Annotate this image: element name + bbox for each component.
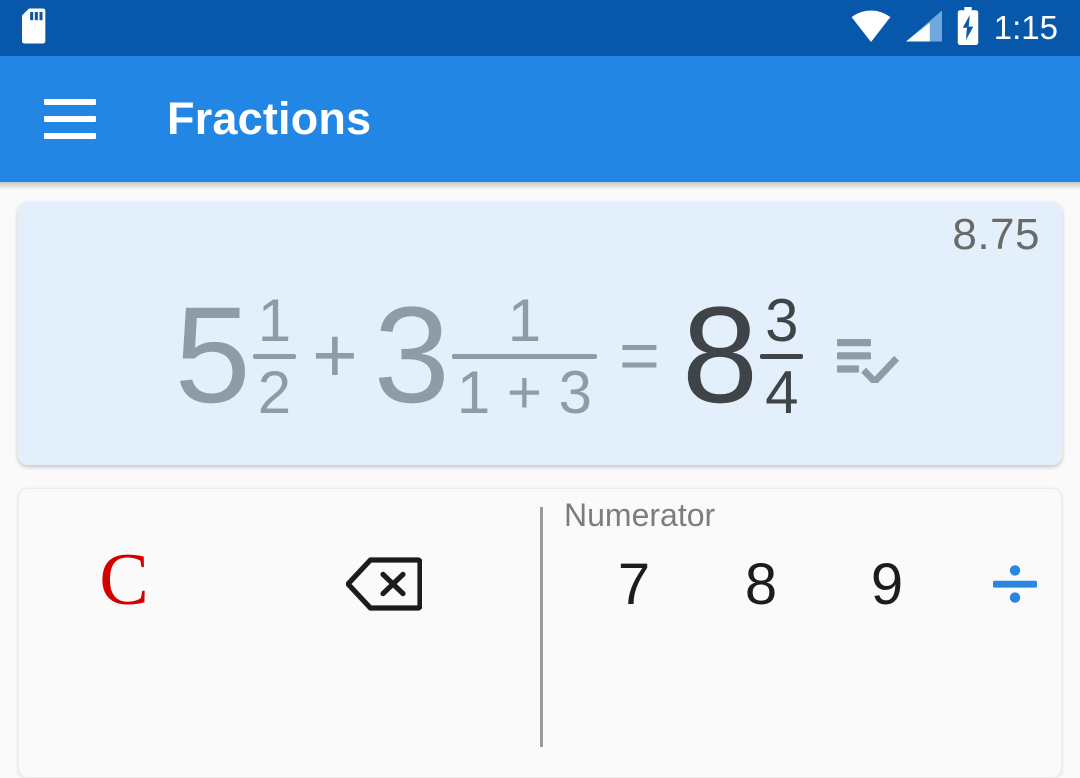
hamburger-menu-icon[interactable]	[44, 99, 96, 139]
status-bar-left	[22, 8, 50, 49]
operator-equals: =	[619, 315, 660, 394]
status-bar: 1:15	[0, 0, 1080, 56]
operand-1-fraction: 1 2	[252, 286, 297, 426]
result-value[interactable]: 8 3 4	[681, 279, 804, 433]
wifi-icon	[850, 10, 892, 47]
digit-7-button[interactable]: 7	[582, 541, 686, 627]
app-bar: Fractions	[0, 56, 1080, 182]
digit-9-button[interactable]: 9	[835, 541, 939, 627]
battery-charging-icon	[956, 6, 980, 50]
backspace-button[interactable]	[324, 544, 444, 624]
divide-button[interactable]	[963, 541, 1061, 627]
operand-2-fraction: 1 1 + 3	[451, 286, 597, 426]
status-bar-clock: 1:15	[993, 8, 1058, 46]
operand-1[interactable]: 5 1 2	[174, 279, 297, 433]
result-numerator: 3	[765, 286, 799, 354]
app-bar-shadow	[0, 182, 1080, 190]
operator-plus: +	[312, 310, 358, 399]
status-bar-right: 1:15	[850, 6, 1058, 50]
sd-card-icon	[22, 8, 50, 49]
keypad-divider	[540, 507, 543, 747]
expression-row: 5 1 2 + 3 1 1 + 3 = 8 3 4	[18, 264, 1062, 449]
calculation-display-card[interactable]: 8.75 5 1 2 + 3 1 1 + 3 = 8 3 4	[18, 202, 1062, 465]
result-fraction: 3 4	[760, 286, 804, 426]
operand-2-denominator: 1 + 3	[456, 359, 592, 426]
playlist-add-check-icon[interactable]	[837, 337, 901, 383]
numerator-section-label: Numerator	[564, 497, 716, 533]
keypad-card: Numerator C 7 8 9	[18, 488, 1062, 778]
decimal-result: 8.75	[952, 210, 1040, 259]
operand-1-numerator: 1	[257, 286, 292, 354]
page-title: Fractions	[167, 93, 372, 144]
operand-2-whole: 3	[373, 279, 450, 433]
operand-1-denominator: 2	[257, 359, 292, 426]
operand-1-whole: 5	[174, 279, 251, 433]
operand-2-numerator: 1	[507, 286, 542, 354]
result-whole: 8	[681, 279, 759, 433]
digit-8-button[interactable]: 8	[709, 541, 813, 627]
clear-button[interactable]: C	[66, 534, 182, 626]
operand-2[interactable]: 3 1 1 + 3	[373, 279, 597, 433]
result-denominator: 4	[765, 359, 799, 426]
cell-signal-icon	[905, 9, 942, 47]
